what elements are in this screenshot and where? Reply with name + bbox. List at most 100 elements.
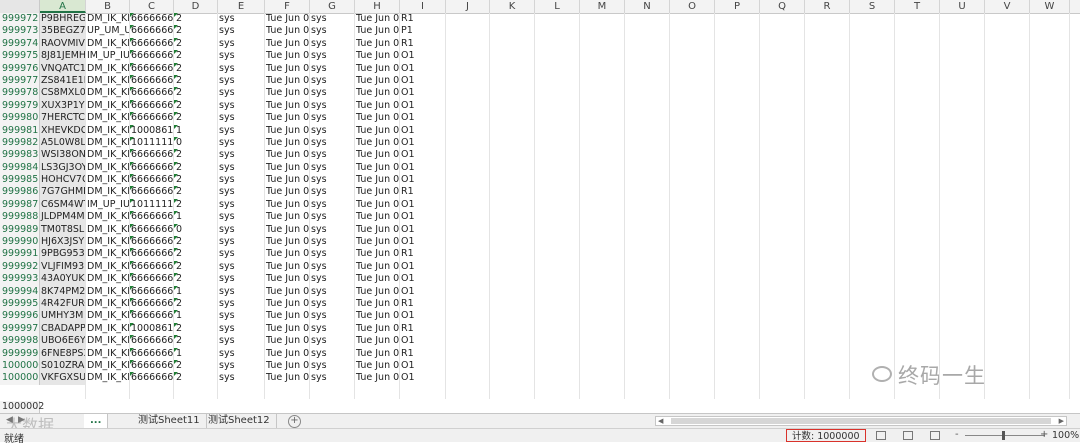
cell-a[interactable]: JLDPM4M — [40, 211, 86, 224]
row-number[interactable]: 999982 — [0, 136, 40, 150]
row-number[interactable]: 1000001 — [0, 372, 40, 385]
row-number[interactable]: 999989 — [0, 223, 40, 237]
row-number[interactable]: 999988 — [0, 211, 40, 224]
cell-g[interactable]: sys — [310, 87, 355, 99]
cell-a[interactable]: C6SM4WT — [40, 198, 86, 212]
cell-i[interactable]: O1 — [400, 50, 446, 62]
cell-a[interactable]: A5L0W8L — [40, 136, 86, 150]
cell-e[interactable]: sys — [218, 236, 265, 248]
cell-h[interactable]: Tue Jun 0 — [355, 286, 400, 298]
row-number[interactable]: 999987 — [0, 198, 40, 212]
cell-g[interactable]: sys — [310, 162, 355, 174]
cell-g[interactable]: sys — [310, 236, 355, 248]
row-number[interactable]: 999994 — [0, 285, 40, 298]
cell-g[interactable]: sys — [310, 112, 355, 124]
cell-b[interactable]: DM_IK_KL — [86, 149, 130, 161]
cell-e[interactable]: sys — [218, 323, 265, 335]
cell-e[interactable]: sys — [218, 360, 265, 372]
cell-d[interactable]: 2 — [174, 322, 218, 335]
zoom-in-icon[interactable]: + — [1040, 429, 1048, 440]
cell-h[interactable]: Tue Jun 0 — [355, 112, 400, 124]
cell-i[interactable]: O1 — [400, 261, 446, 273]
cell-g[interactable]: sys — [310, 310, 355, 322]
cell-a[interactable]: HOHCV7C — [40, 174, 86, 187]
cell-a[interactable]: 43A0YUK — [40, 273, 86, 286]
cell-h[interactable]: Tue Jun 0 — [355, 199, 400, 211]
cell-b[interactable]: DM_IK_KL — [86, 286, 130, 298]
cell-a[interactable]: XUX3P1Y — [40, 99, 86, 113]
row-number[interactable]: 999995 — [0, 297, 40, 311]
cell-f[interactable]: Tue Jun 0 — [265, 25, 310, 37]
cell-e[interactable]: sys — [218, 162, 265, 174]
column-header-f[interactable]: F — [265, 0, 310, 13]
cell-c[interactable]: 6666666 — [130, 248, 174, 260]
cell-h[interactable]: Tue Jun 0 — [355, 38, 400, 50]
cell-a[interactable]: UMHY3M — [40, 310, 86, 323]
cell-i[interactable]: R1 — [400, 323, 446, 335]
cell-h[interactable]: Tue Jun 0 — [355, 125, 400, 137]
cell-g[interactable]: sys — [310, 211, 355, 223]
cell-b[interactable]: DM_IK_KL — [86, 75, 130, 87]
cell-h[interactable]: Tue Jun 0 — [355, 224, 400, 236]
cell-i[interactable]: O1 — [400, 75, 446, 87]
cell-d[interactable]: 2 — [174, 37, 218, 50]
cell-e[interactable]: sys — [218, 137, 265, 149]
cell-h[interactable]: Tue Jun 0 — [355, 162, 400, 174]
cell-i[interactable]: O1 — [400, 211, 446, 223]
cell-c[interactable]: 6666666 — [130, 297, 174, 310]
cell-h[interactable]: Tue Jun 0 — [355, 236, 400, 248]
cell-g[interactable]: sys — [310, 360, 355, 372]
cell-h[interactable]: Tue Jun 0 — [355, 87, 400, 99]
cell-b[interactable]: DM_IK_KL — [86, 224, 130, 236]
cell-h[interactable]: Tue Jun 0 — [355, 211, 400, 223]
cell-g[interactable]: sys — [310, 63, 355, 75]
cell-a[interactable]: 7G7GHMI — [40, 186, 86, 199]
cell-h[interactable]: Tue Jun 0 — [355, 273, 400, 285]
column-header-n[interactable]: N — [625, 0, 670, 13]
cell-d[interactable]: 2 — [174, 297, 218, 310]
cell-g[interactable]: sys — [310, 13, 355, 25]
scroll-right-icon[interactable]: ▶ — [1059, 417, 1064, 425]
zoom-slider[interactable] — [965, 435, 1045, 436]
cell-h[interactable]: Tue Jun 0 — [355, 298, 400, 310]
column-header-a[interactable]: A — [40, 0, 86, 13]
cell-f[interactable]: Tue Jun 0 — [265, 348, 310, 360]
cell-a[interactable]: WSI38ON — [40, 149, 86, 162]
cell-f[interactable]: Tue Jun 0 — [265, 310, 310, 322]
cell-f[interactable]: Tue Jun 0 — [265, 174, 310, 186]
cell-a[interactable]: S010ZRAF — [40, 359, 86, 373]
cell-e[interactable]: sys — [218, 125, 265, 137]
cell-b[interactable]: DM_IK_KL — [86, 273, 130, 285]
cell-b[interactable]: DM_IK_KL — [86, 137, 130, 149]
cell-d[interactable]: 2 — [174, 273, 218, 285]
cell-c[interactable]: 6666666 — [130, 347, 174, 360]
cell-b[interactable]: DM_IK_KL — [86, 323, 130, 335]
cell-e[interactable]: sys — [218, 63, 265, 75]
column-header-e[interactable]: E — [218, 0, 265, 13]
cell-f[interactable]: Tue Jun 0 — [265, 63, 310, 75]
cell-h[interactable]: Tue Jun 0 — [355, 261, 400, 273]
cell-i[interactable]: O1 — [400, 335, 446, 347]
row-number[interactable]: 999991 — [0, 248, 40, 261]
cell-f[interactable]: Tue Jun 0 — [265, 211, 310, 223]
cell-i[interactable]: R1 — [400, 186, 446, 198]
cell-i[interactable]: O1 — [400, 236, 446, 248]
cell-i[interactable]: O1 — [400, 372, 446, 384]
cell-f[interactable]: Tue Jun 0 — [265, 298, 310, 310]
cell-f[interactable]: Tue Jun 0 — [265, 360, 310, 372]
cell-i[interactable]: R1 — [400, 348, 446, 360]
cell-f[interactable]: Tue Jun 0 — [265, 125, 310, 137]
cell-a[interactable]: 35BEGZ7C — [40, 25, 86, 38]
cell-f[interactable]: Tue Jun 0 — [265, 87, 310, 99]
column-header-i[interactable]: I — [400, 0, 446, 13]
cell-a[interactable]: HJ6X3JSY — [40, 236, 86, 249]
row-number[interactable]: 999984 — [0, 161, 40, 175]
cell-c[interactable]: 10111111 — [130, 198, 174, 211]
cell-b[interactable]: DM_IK_KL — [86, 112, 130, 124]
cell-f[interactable]: Tue Jun 0 — [265, 261, 310, 273]
cell-c[interactable]: 6666666 — [130, 174, 174, 186]
cell-g[interactable]: sys — [310, 174, 355, 186]
cell-g[interactable]: sys — [310, 149, 355, 161]
cell-b[interactable]: DM_IK_KL — [86, 13, 130, 25]
cell-b[interactable]: DM_IK_KL — [86, 38, 130, 50]
